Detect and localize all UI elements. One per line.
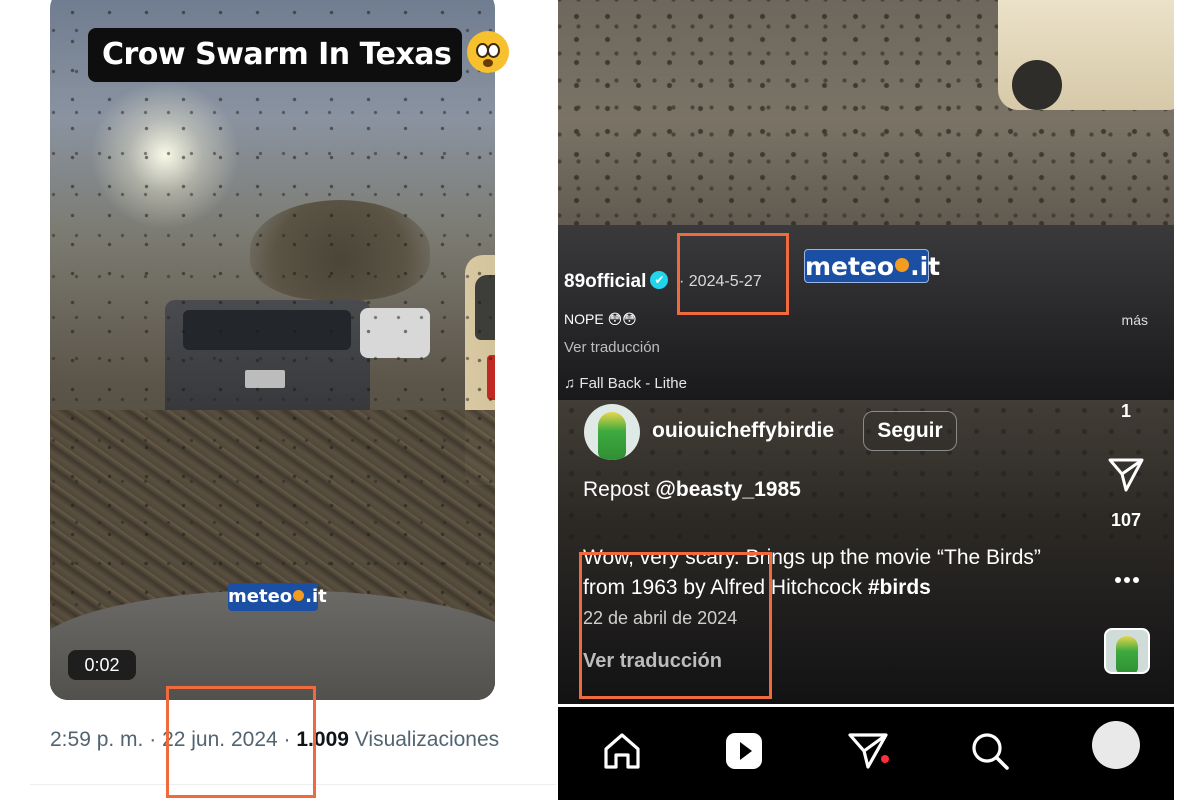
author-username[interactable]: ouiouicheffybirdie	[652, 419, 834, 443]
repost-prefix: Repost	[583, 478, 650, 501]
shares-count: 107	[1110, 510, 1142, 530]
tiktok-caption: NOPE 😳😳	[564, 311, 637, 327]
left-video-player[interactable]: meteo .it 0:02	[50, 0, 495, 700]
notification-dot	[881, 755, 889, 763]
video-caption-pill: Crow Swarm In Texas	[88, 28, 510, 82]
meteo-dot-icon	[293, 589, 305, 601]
repost-handle[interactable]: @beasty_1985	[655, 478, 800, 501]
tiktok-username: 89official ✔	[564, 270, 669, 293]
more-options-icon[interactable]	[1099, 568, 1155, 592]
meta-separator: ·	[149, 728, 157, 751]
reels-icon[interactable]	[718, 725, 770, 777]
parrot-audio-icon	[1116, 636, 1138, 672]
left-post-panel: meteo .it 0:02 Crow Swarm In Texas 2:59 p…	[0, 0, 556, 800]
white-truck	[998, 0, 1174, 110]
parrot-avatar-icon	[598, 412, 626, 460]
profile-avatar[interactable]	[1092, 721, 1140, 769]
verified-badge-icon: ✔	[650, 270, 669, 289]
tiktok-music: ♫ Fall Back - Lithe	[564, 375, 687, 392]
video-caption-text: Crow Swarm In Texas	[102, 37, 452, 72]
search-icon[interactable]	[964, 725, 1016, 777]
meteo-watermark-left: meteo .it	[228, 583, 327, 611]
caption-hashtag[interactable]: #birds	[868, 576, 931, 599]
flushed-face-emoji-icon	[467, 30, 510, 73]
music-note-icon: ♫	[564, 375, 576, 392]
home-icon[interactable]	[596, 725, 648, 777]
date-highlight-box-instagram	[579, 552, 772, 699]
bottom-nav-bar	[558, 707, 1174, 800]
post-time[interactable]: 2:59 p. m.	[50, 728, 143, 751]
date-highlight-box-left	[166, 686, 316, 798]
video-duration: 0:02	[68, 650, 136, 680]
follow-button[interactable]: Seguir	[863, 411, 957, 451]
tiktok-more-link: más	[1121, 312, 1148, 328]
views-label: Visualizaciones	[354, 728, 500, 751]
music-title: Fall Back - Lithe	[579, 375, 687, 392]
audio-thumbnail[interactable]	[1104, 628, 1150, 674]
share-send-icon[interactable]	[1104, 452, 1148, 496]
date-highlight-box-tiktok	[677, 233, 789, 315]
send-icon[interactable]	[842, 725, 894, 777]
likes-count: 1	[1120, 401, 1131, 421]
meteo-watermark-right: meteo .it	[804, 249, 940, 283]
tiktok-translate-link: Ver traducción	[564, 339, 660, 356]
truck-tire	[1012, 60, 1062, 110]
page: meteo .it 0:02 Crow Swarm In Texas 2:59 p…	[0, 0, 1200, 800]
embedded-tiktok-frame: 89official ✔ · 2024-5-27 meteo .it NOPE 😳😳…	[558, 0, 1174, 400]
right-margin	[1174, 0, 1200, 800]
repost-line: Repost @beasty_1985	[583, 478, 801, 502]
tiktok-username-text: 89official	[564, 271, 647, 292]
meteo-dot-icon	[895, 258, 910, 272]
author-avatar[interactable]	[584, 404, 640, 460]
